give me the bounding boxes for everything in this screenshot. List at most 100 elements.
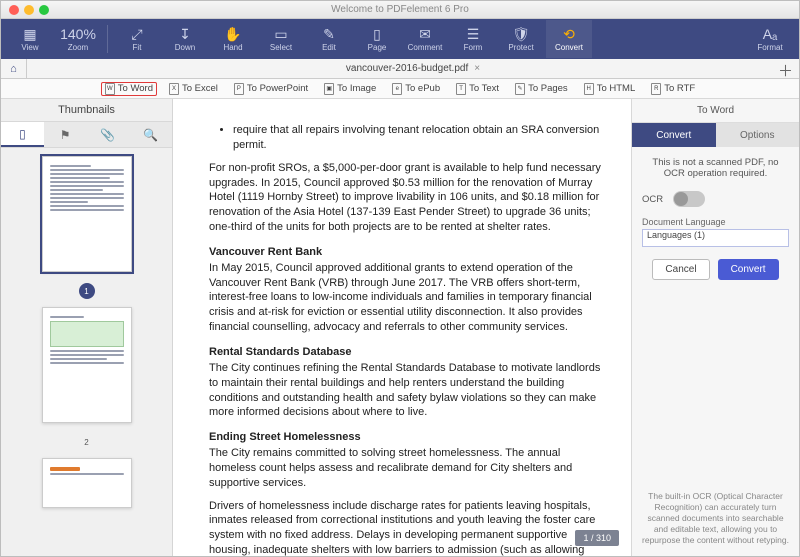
sidebar-tabs: ▯ ⚑ 📎 🔍 <box>1 122 172 148</box>
page-tool[interactable]: ▯Page <box>354 20 400 58</box>
paragraph: For non-profit SROs, a $5,000-per-door g… <box>209 161 601 235</box>
to-epub-button[interactable]: eTo ePub <box>388 82 444 96</box>
convert-icon: ⟲ <box>563 27 575 43</box>
cancel-button[interactable]: Cancel <box>652 259 709 280</box>
thumbnail-page-1[interactable] <box>42 156 132 272</box>
pencil-icon: ✎ <box>323 27 335 43</box>
thumbnail-page-3[interactable] <box>42 458 132 508</box>
panel-footer-note: The built-in OCR (Optical Character Reco… <box>632 491 799 556</box>
pages-file-icon: ✎ <box>515 83 525 95</box>
ocr-label: OCR <box>642 194 663 205</box>
to-excel-button[interactable]: XTo Excel <box>165 82 222 96</box>
thumbnail-number-1: 1 <box>79 283 95 299</box>
to-word-button[interactable]: WTo Word <box>101 82 157 96</box>
format-tool[interactable]: AₐFormat <box>747 20 793 58</box>
edit-tool[interactable]: ✎Edit <box>306 20 352 58</box>
format-icon: Aₐ <box>763 27 778 43</box>
document-tab[interactable]: vancouver-2016-budget.pdf × <box>332 61 494 76</box>
to-html-button[interactable]: HTo HTML <box>580 82 640 96</box>
shield-icon: 🛡 <box>512 27 530 43</box>
heading: Rental Standards Database <box>209 345 601 360</box>
protect-tool[interactable]: 🛡Protect <box>498 20 544 58</box>
heading: Ending Street Homelessness <box>209 430 601 445</box>
close-tab-icon[interactable]: × <box>474 63 480 74</box>
main-toolbar: ▦View 140%Zoom ⤢Fit ↧Down ✋Hand ▭Select … <box>1 19 799 59</box>
panel-title: To Word <box>632 99 799 123</box>
html-file-icon: H <box>584 83 594 95</box>
sidebar: Thumbnails ▯ ⚑ 📎 🔍 1 2 <box>1 99 173 556</box>
document-tab-title: vancouver-2016-budget.pdf <box>346 63 468 74</box>
grid-icon: ▦ <box>23 27 36 43</box>
options-tab[interactable]: Options <box>716 123 800 147</box>
toolbar-divider <box>107 25 108 53</box>
thumbnail-number-2: 2 <box>79 434 95 450</box>
convert-sub-toolbar: WTo Word XTo Excel PTo PowerPoint ▣To Im… <box>1 79 799 99</box>
zoom-tool[interactable]: 140%Zoom <box>55 20 101 58</box>
hand-icon: ✋ <box>224 27 241 43</box>
view-tool[interactable]: ▦View <box>7 20 53 58</box>
to-image-button[interactable]: ▣To Image <box>320 82 380 96</box>
zoom-percent-icon: 140% <box>60 27 96 43</box>
form-icon: ☰ <box>467 27 480 43</box>
to-rtf-button[interactable]: RTo RTF <box>647 82 699 96</box>
search-icon: 🔍 <box>143 128 158 142</box>
to-powerpoint-button[interactable]: PTo PowerPoint <box>230 82 312 96</box>
thumbnail-page-2[interactable] <box>42 307 132 423</box>
comment-icon: ✉ <box>419 27 431 43</box>
epub-file-icon: e <box>392 83 402 95</box>
convert-tab[interactable]: Convert <box>632 123 716 147</box>
panel-tabs: Convert Options <box>632 123 799 147</box>
bookmarks-tab[interactable]: ⚑ <box>44 122 87 147</box>
paragraph: The City remains committed to solving st… <box>209 446 601 491</box>
rtf-file-icon: R <box>651 83 661 95</box>
arrow-down-icon: ↧ <box>179 27 191 43</box>
fit-tool[interactable]: ⤢Fit <box>114 20 160 58</box>
language-label: Document Language <box>642 217 789 227</box>
heading: Vancouver Rent Bank <box>209 245 601 260</box>
comment-tool[interactable]: ✉Comment <box>402 20 448 58</box>
image-file-icon: ▣ <box>324 83 334 95</box>
bullet-text: require that all repairs involving tenan… <box>233 123 601 153</box>
page-indicator: 1 / 310 <box>575 530 619 546</box>
paragraph: The City continues refining the Rental S… <box>209 361 601 420</box>
panel-body: This is not a scanned PDF, no OCR operat… <box>632 147 799 491</box>
thumbnail-list[interactable]: 1 2 <box>1 148 172 556</box>
ocr-toggle[interactable] <box>673 191 705 207</box>
paragraph: In May 2015, Council approved additional… <box>209 261 601 335</box>
new-tab-button[interactable]: ＋ <box>778 60 793 81</box>
ocr-message: This is not a scanned PDF, no OCR operat… <box>642 157 789 179</box>
paperclip-icon: 📎 <box>100 128 115 142</box>
convert-panel: To Word Convert Options This is not a sc… <box>631 99 799 556</box>
to-pages-button[interactable]: ✎To Pages <box>511 82 572 96</box>
excel-file-icon: X <box>169 83 179 95</box>
thumbnails-tab[interactable]: ▯ <box>1 122 44 147</box>
window-title: Welcome to PDFelement 6 Pro <box>1 4 799 15</box>
document-viewport[interactable]: require that all repairs involving tenan… <box>173 99 631 556</box>
to-text-button[interactable]: TTo Text <box>452 82 503 96</box>
convert-button[interactable]: Convert <box>718 259 779 280</box>
title-bar: Welcome to PDFelement 6 Pro <box>1 1 799 19</box>
thumbnails-icon: ▯ <box>19 127 26 141</box>
cursor-icon: ▭ <box>274 27 287 43</box>
language-select[interactable]: Languages (1) <box>642 229 789 247</box>
text-file-icon: T <box>456 83 466 95</box>
bookmark-icon: ⚑ <box>60 128 71 142</box>
select-tool[interactable]: ▭Select <box>258 20 304 58</box>
attachments-tab[interactable]: 📎 <box>87 122 130 147</box>
page-icon: ▯ <box>373 27 381 43</box>
ppt-file-icon: P <box>234 83 244 95</box>
main-area: Thumbnails ▯ ⚑ 📎 🔍 1 2 <box>1 99 799 556</box>
hand-tool[interactable]: ✋Hand <box>210 20 256 58</box>
home-icon: ⌂ <box>10 63 17 75</box>
sidebar-title: Thumbnails <box>1 99 172 122</box>
down-tool[interactable]: ↧Down <box>162 20 208 58</box>
document-tab-bar: ⌂ vancouver-2016-budget.pdf × ＋ <box>1 59 799 79</box>
convert-tool[interactable]: ⟲Convert <box>546 20 592 58</box>
home-button[interactable]: ⌂ <box>1 59 27 78</box>
search-tab[interactable]: 🔍 <box>129 122 172 147</box>
word-file-icon: W <box>105 83 115 95</box>
app-window: Welcome to PDFelement 6 Pro ▦View 140%Zo… <box>0 0 800 557</box>
form-tool[interactable]: ☰Form <box>450 20 496 58</box>
paragraph: Drivers of homelessness include discharg… <box>209 499 601 556</box>
fit-icon: ⤢ <box>131 27 142 43</box>
